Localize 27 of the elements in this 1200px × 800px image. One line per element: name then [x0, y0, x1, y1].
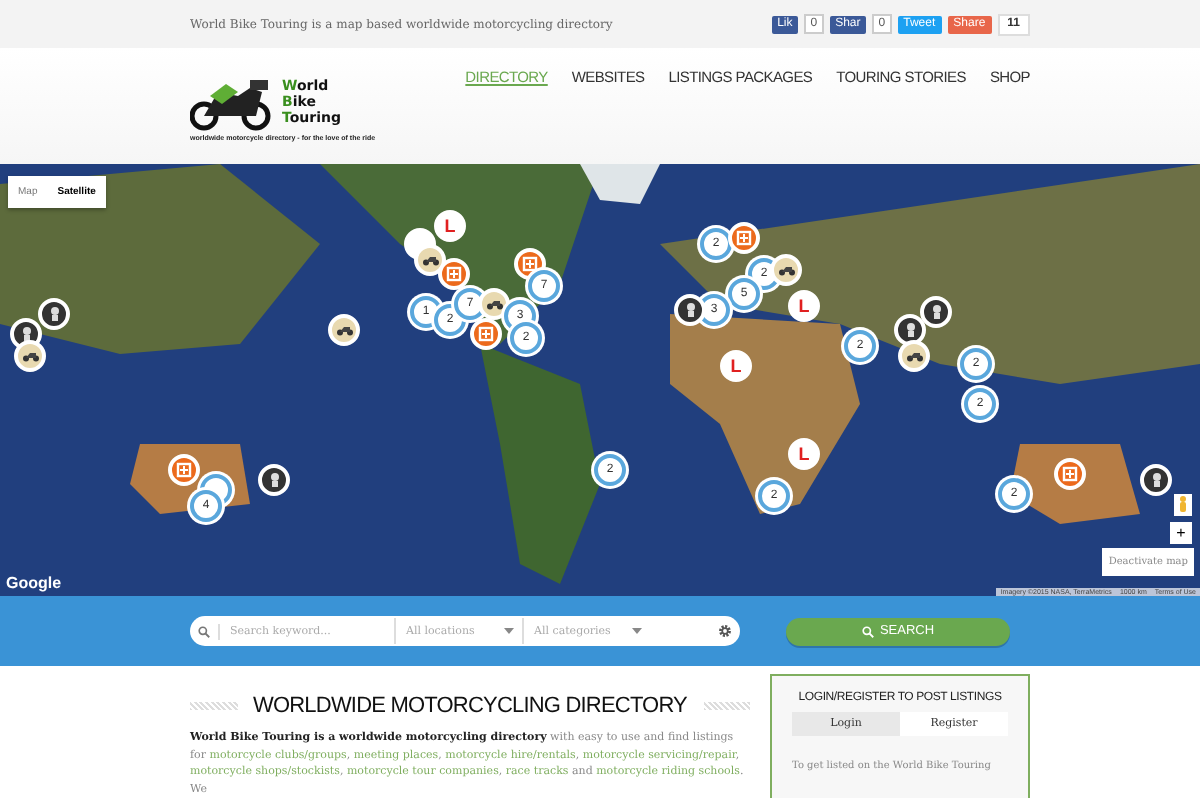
rider-icon: [683, 302, 697, 318]
workshop-icon: [478, 326, 494, 342]
workshop-icon: [176, 462, 192, 478]
motorcycle-icon: [905, 350, 923, 362]
workshop-icon: [522, 256, 538, 272]
zoom-in-button[interactable]: +: [1170, 522, 1192, 544]
settings-icon[interactable]: [718, 624, 732, 638]
rider-icon: [1149, 472, 1163, 488]
motorcycle-icon: [485, 298, 503, 310]
caret-icon: [504, 628, 514, 634]
motorcycle-icon: [21, 350, 39, 362]
search-icon: [198, 625, 210, 637]
google-logo: Google: [6, 574, 62, 592]
search-icon: [861, 625, 874, 637]
rider-icon: [929, 304, 943, 320]
motorcycle-icon: [335, 324, 353, 336]
caret-icon: [632, 628, 642, 634]
motorcycle-icon: [777, 264, 795, 276]
workshop-icon: [736, 230, 752, 246]
rider-icon: [47, 306, 61, 322]
section-heading: WORLDWIDE MOTORCYCLING DIRECTORY: [253, 694, 687, 718]
motorcycle-icon: [421, 254, 439, 266]
rider-icon: [903, 322, 917, 338]
rider-icon: [267, 472, 281, 488]
rider-icon: [19, 326, 33, 342]
workshop-icon: [446, 266, 462, 282]
workshop-icon: [1062, 466, 1078, 482]
